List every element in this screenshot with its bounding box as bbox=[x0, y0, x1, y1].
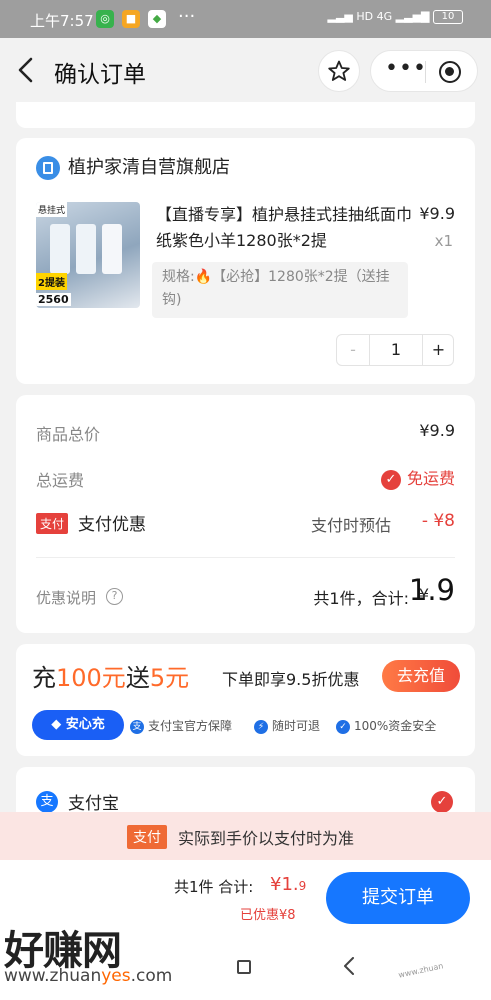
shield-icon: ✓ bbox=[336, 719, 350, 734]
notice-tag: 支付 bbox=[127, 825, 167, 849]
system-nav-bar: 好赚网 www.zhuanyes.com www.zhuan bbox=[0, 928, 491, 1000]
miniapp-capsule: ••• bbox=[370, 50, 478, 92]
more-notifications-icon: ··· bbox=[178, 6, 196, 27]
recharge-button[interactable]: 去充值 bbox=[382, 660, 460, 692]
message-notification-icon: ■ bbox=[122, 10, 140, 28]
shipping-value: ✓ 免运费 bbox=[380, 465, 455, 490]
product-spec[interactable]: 规格:🔥【必抢】1280张*2提（送挂钩) bbox=[152, 262, 408, 318]
checkout-saved: 已优惠¥8 bbox=[240, 908, 296, 923]
pay-discount-value: - ¥8 bbox=[421, 511, 455, 531]
submit-order-button[interactable]: 提交订单 bbox=[326, 872, 470, 924]
system-back-icon[interactable] bbox=[343, 957, 355, 975]
product-image[interactable]: 悬挂式 2提装 2560 bbox=[36, 202, 140, 308]
hd-badge: HD bbox=[356, 10, 374, 23]
pay-discount-label: 支付优惠 bbox=[78, 515, 146, 535]
status-right: ▂▃▅ HD 4G ▂▃▅▇ 10 bbox=[327, 10, 463, 24]
store-name[interactable]: 植护家清自营旗舰店 bbox=[68, 153, 230, 179]
watermark-url: www.zhuanyes.com bbox=[4, 966, 173, 986]
check-icon: ✓ bbox=[380, 469, 401, 490]
product-title[interactable]: 【直播专享】植护悬挂式挂抽纸面巾纸紫色小羊1280张*2提 bbox=[156, 202, 416, 254]
checkout-count-label: 共1件 合计: bbox=[174, 878, 254, 896]
game-notification-icon: ◆ bbox=[148, 10, 166, 28]
page-title: 确认订单 bbox=[54, 62, 146, 88]
shipping-label: 总运费 bbox=[36, 471, 85, 490]
battery-icon: 10 bbox=[433, 10, 463, 24]
goods-total-value: ¥9.9 bbox=[419, 421, 455, 440]
product-image-badge: 2提装 bbox=[36, 273, 67, 290]
quantity-stepper: - 1 + bbox=[336, 334, 454, 366]
signal-icon: ▂▃▅ bbox=[327, 10, 353, 23]
product-price: ¥9.9 bbox=[419, 204, 455, 223]
favorite-button[interactable] bbox=[318, 50, 360, 92]
recharge-card: 充100元送5元 下单即享9.5折优惠 去充值 ◆ 安心充 支支付宝官方保障 ⚡… bbox=[16, 644, 475, 756]
pay-badge: 支付 bbox=[36, 513, 69, 534]
checkout-amount: ¥1.9 bbox=[270, 874, 307, 895]
app-notification-icon: ◎ bbox=[96, 10, 114, 28]
product-image-tag: 悬挂式 bbox=[36, 202, 68, 217]
status-bar: 上午7:57 ◎ ■ ◆ ··· ▂▃▅ HD 4G ▂▃▅▇ 10 bbox=[0, 0, 491, 38]
recharge-subtitle: 下单即享9.5折优惠 bbox=[222, 670, 360, 689]
question-icon[interactable]: ? bbox=[106, 588, 123, 605]
recharge-title: 充100元送5元 bbox=[32, 664, 190, 692]
back-arrow-icon[interactable] bbox=[14, 56, 38, 84]
guarantee-alipay: 支支付宝官方保障 bbox=[130, 717, 232, 734]
watermark-small-text: www.zhuan bbox=[397, 961, 445, 980]
divider bbox=[36, 557, 455, 558]
alipay-icon: 支 bbox=[36, 791, 58, 813]
discount-info-label[interactable]: 优惠说明 bbox=[36, 587, 96, 608]
signal-icon-2: ▂▃▅▇ bbox=[395, 10, 430, 23]
nav-header: 确认订单 ••• bbox=[0, 38, 491, 102]
quantity-value[interactable]: 1 bbox=[369, 335, 423, 365]
address-card-bottom bbox=[16, 102, 475, 128]
increase-button[interactable]: + bbox=[423, 335, 454, 365]
total-amount: 1.9 bbox=[408, 573, 455, 607]
product-quantity: x1 bbox=[434, 232, 453, 250]
decrease-button[interactable]: - bbox=[337, 335, 369, 365]
free-shipping-text: 免运费 bbox=[406, 469, 455, 488]
price-notice-bar: 支付 实际到手价以支付时为准 bbox=[0, 812, 491, 860]
status-time: 上午7:57 bbox=[30, 12, 94, 30]
product-image-count: 2560 bbox=[36, 293, 71, 306]
payment-method-label: 支付宝 bbox=[68, 794, 119, 814]
lightning-icon: ⚡ bbox=[254, 719, 268, 734]
total-label: 共1件，合计: bbox=[313, 589, 409, 608]
anxin-badge: ◆ 安心充 bbox=[32, 710, 124, 740]
more-options-icon[interactable]: ••• bbox=[385, 56, 427, 81]
price-summary-card: 商品总价 ¥9.9 总运费 ✓ 免运费 支付 支付优惠 支付时预估 - ¥8 优惠… bbox=[16, 395, 475, 633]
recent-apps-icon[interactable] bbox=[237, 960, 251, 974]
store-icon bbox=[36, 156, 60, 180]
selected-check-icon[interactable]: ✓ bbox=[431, 791, 453, 813]
pay-estimate-label: 支付时预估 bbox=[310, 516, 391, 535]
notice-text: 实际到手价以支付时为准 bbox=[178, 829, 355, 848]
goods-total-label: 商品总价 bbox=[36, 425, 101, 444]
network-badge: 4G bbox=[376, 10, 393, 23]
close-miniapp-icon[interactable] bbox=[439, 61, 461, 83]
store-card: 植护家清自营旗舰店 悬挂式 2提装 2560 【直播专享】植护悬挂式挂抽纸面巾纸… bbox=[16, 138, 475, 384]
alipay-small-icon: 支 bbox=[130, 719, 144, 734]
guarantee-safe: ✓ 100%资金安全 bbox=[336, 717, 436, 734]
guarantee-refund: ⚡ 随时可退 bbox=[254, 717, 320, 734]
star-icon bbox=[328, 60, 350, 81]
capsule-divider bbox=[425, 61, 426, 83]
